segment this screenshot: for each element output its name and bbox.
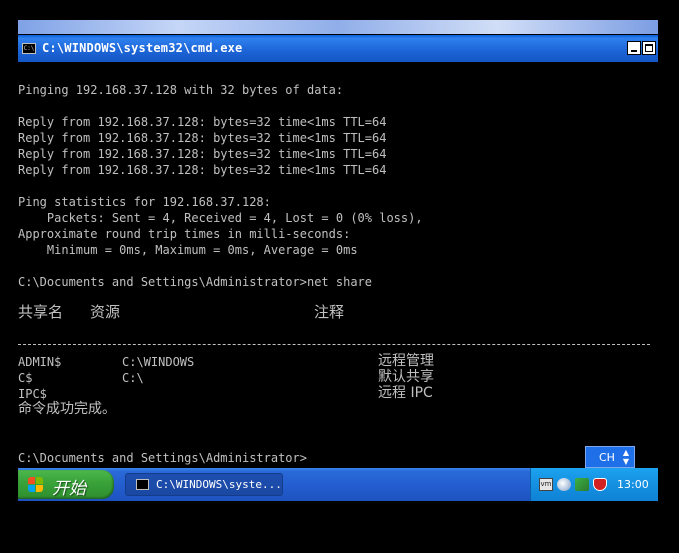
cmd-icon[interactable]: C:\ [22,43,36,54]
windows-flag-icon [28,477,44,493]
share-header-resource: 资源 [90,303,121,321]
share-name: C$ [18,371,33,385]
clock[interactable]: 13:00 [617,478,649,491]
maximize-button[interactable] [642,41,656,55]
ime-arrows-icon[interactable]: ▲ ▼ [623,448,629,466]
share-remark: 默认共享 [378,369,434,385]
console-line: Minimum = 0ms, Maximum = 0ms, Average = … [18,243,358,257]
ime-label: CH [599,451,615,464]
share-name: ADMIN$ [18,355,62,369]
taskbar-item-label: C:\WINDOWS\syste... [156,478,282,491]
window-titlebar[interactable]: C:\ C:\WINDOWS\system32\cmd.exe [18,35,658,62]
taskbar: 开始 C:\WINDOWS\syste... vm 13:00 [18,468,658,501]
ime-language-indicator[interactable]: CH ▲ ▼ [585,446,635,468]
console-line: Reply from 192.168.37.128: bytes=32 time… [18,131,387,145]
start-button[interactable]: 开始 [18,470,114,499]
share-header-remark: 注释 [314,303,345,321]
shield-icon[interactable] [593,478,607,491]
share-resource: C:\ [122,371,144,385]
vmware-tools-icon[interactable]: vm [539,478,553,491]
table-divider [18,344,650,345]
share-remark: 远程管理 [378,353,434,369]
console-line: Reply from 192.168.37.128: bytes=32 time… [18,115,387,129]
console-line: Reply from 192.168.37.128: bytes=32 time… [18,147,387,161]
network-icon[interactable] [557,478,571,491]
console-line: Pinging 192.168.37.128 with 32 bytes of … [18,83,344,97]
console-output[interactable]: Pinging 192.168.37.128 with 32 bytes of … [18,62,658,466]
desktop-wallpaper-strip [18,20,658,34]
security-center-icon[interactable] [575,478,589,491]
console-command-line: C:\Documents and Settings\Administrator>… [18,275,373,289]
command-success-message: 命令成功完成。 [18,401,116,417]
minimize-button[interactable] [627,41,641,55]
console-line: Packets: Sent = 4, Received = 4, Lost = … [18,211,423,225]
share-name: IPC$ [18,387,47,401]
taskbar-item-cmd[interactable]: C:\WINDOWS\syste... [125,473,283,496]
console-line: Ping statistics for 192.168.37.128: [18,195,271,209]
system-tray: vm 13:00 [530,468,658,501]
console-line: Reply from 192.168.37.128: bytes=32 time… [18,163,387,177]
window-title: C:\WINDOWS\system32\cmd.exe [42,41,243,55]
command-prompt[interactable]: C:\Documents and Settings\Administrator> [18,450,307,466]
start-label: 开始 [52,479,86,499]
share-remark: 远程 IPC [378,385,433,401]
cmd-icon [136,479,149,490]
console-line: Approximate round trip times in milli-se… [18,227,351,241]
share-header-name: 共享名 [18,303,64,321]
share-resource: C:\WINDOWS [122,355,195,369]
